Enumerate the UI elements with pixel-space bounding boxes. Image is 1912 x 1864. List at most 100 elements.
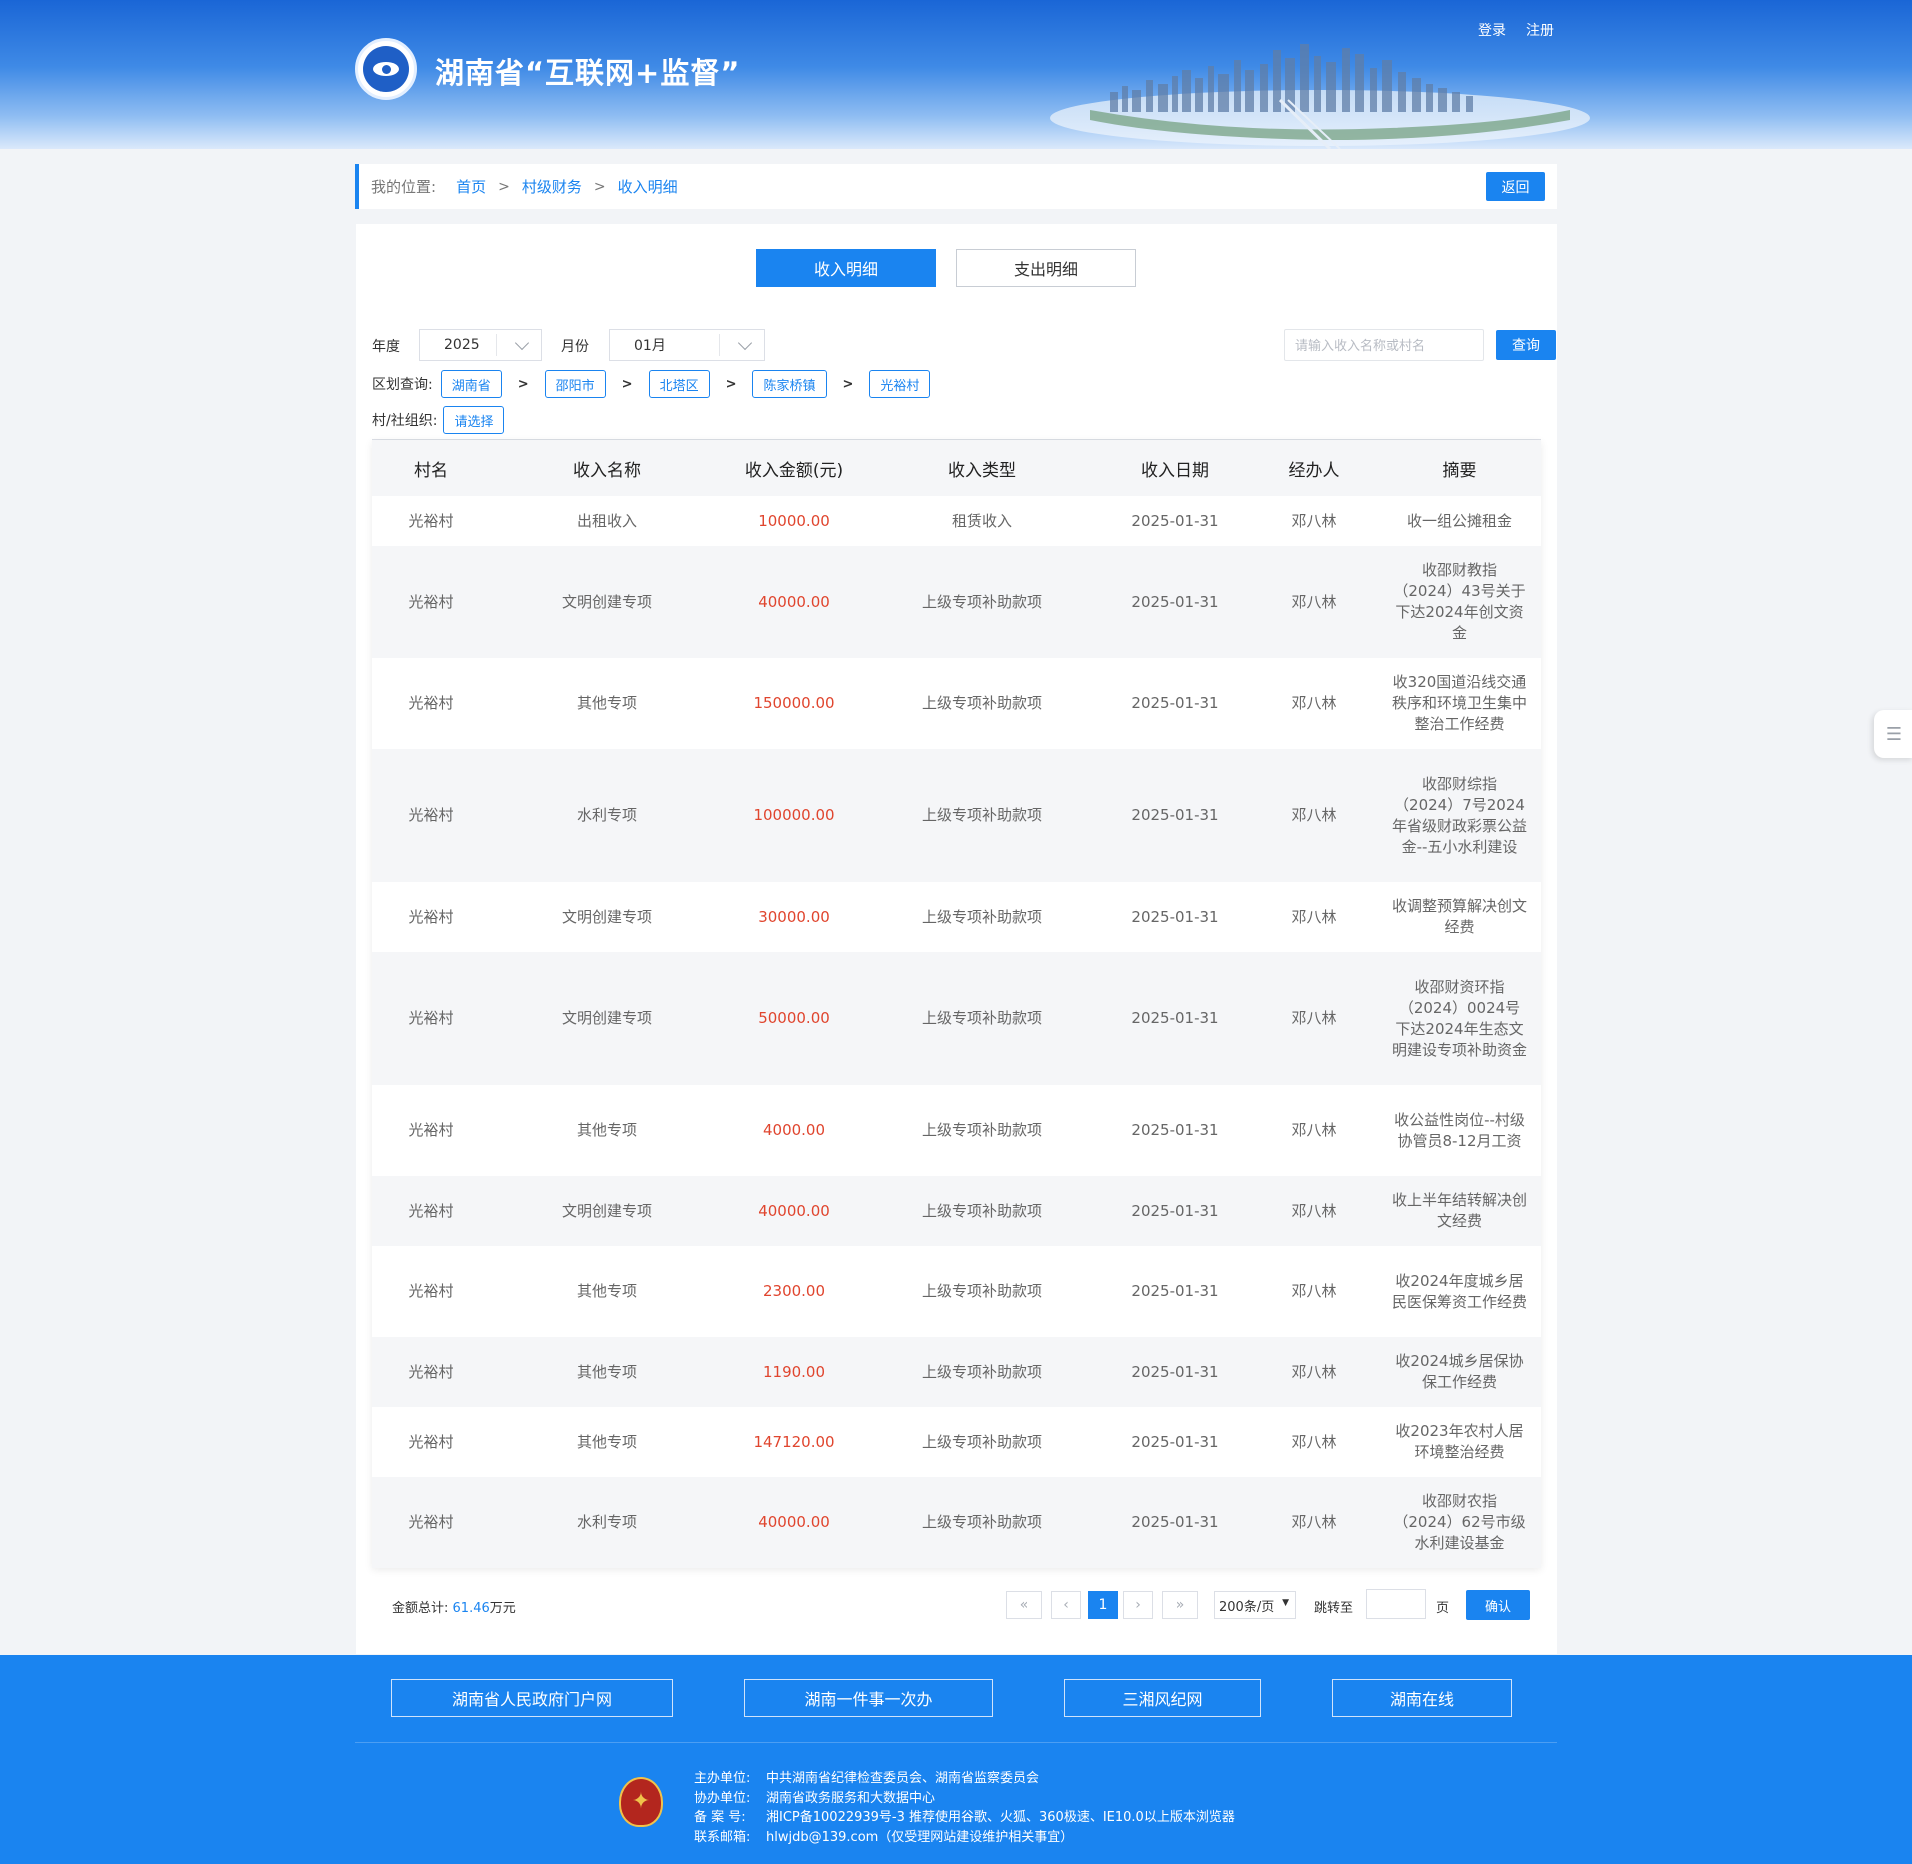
breadcrumb-village-finance[interactable]: 村级财务 <box>522 176 582 197</box>
cell-handler: 邓八林 <box>1250 658 1378 749</box>
region-chip-province[interactable]: 湖南省 <box>440 370 502 398</box>
cell-village: 光裕村 <box>372 882 490 952</box>
region-chip-village[interactable]: 光裕村 <box>869 370 931 398</box>
cell-type: 上级专项补助款项 <box>864 882 1100 952</box>
login-link[interactable]: 登录 <box>1478 20 1506 40</box>
cell-date: 2025-01-31 <box>1100 952 1250 1085</box>
footer-link-one-thing[interactable]: 湖南一件事一次办 <box>744 1679 993 1717</box>
next-page-button[interactable]: › <box>1123 1591 1153 1619</box>
cell-type: 上级专项补助款项 <box>864 749 1100 882</box>
back-button[interactable]: 返回 <box>1486 172 1545 201</box>
site-header: 湖南省“互联网+监督” 登录 注册 <box>0 0 1912 149</box>
chevron-down-icon <box>737 335 753 351</box>
cell-income-name: 文明创建专项 <box>490 546 724 658</box>
cell-date: 2025-01-31 <box>1100 1407 1250 1477</box>
income-table: 村名 收入名称 收入金额(元) 收入类型 收入日期 经办人 摘要 光裕村 出租收… <box>372 440 1541 1568</box>
confirm-jump-button[interactable]: 确认 <box>1466 1590 1530 1620</box>
year-select[interactable]: 2025 <box>419 329 542 361</box>
page-number-current[interactable]: 1 <box>1088 1591 1118 1619</box>
cell-summary: 收一组公摊租金 <box>1378 496 1541 546</box>
table-row[interactable]: 光裕村 文明创建专项 40000.00 上级专项补助款项 2025-01-31 … <box>372 546 1541 658</box>
region-chip-district[interactable]: 北塔区 <box>648 370 710 398</box>
chevron-down-icon <box>514 335 530 351</box>
cell-summary: 收邵财资环指（2024）0024号下达2024年生态文明建设专项补助资金 <box>1378 952 1541 1085</box>
col-income-type: 收入类型 <box>864 440 1100 496</box>
jump-label: 跳转至 <box>1314 1601 1354 1616</box>
cell-handler: 邓八林 <box>1250 496 1378 546</box>
footer-info-line: 联系邮箱: hlwjdb@139.com（仅受理网站建设维护相关事宜） <box>694 1829 1074 1845</box>
page-size-select[interactable]: 200条/页 ▼ <box>1214 1591 1296 1619</box>
tab-income-detail[interactable]: 收入明细 <box>756 249 936 287</box>
region-chip-city[interactable]: 邵阳市 <box>544 370 606 398</box>
cell-summary: 收公益性岗位--村级协管员8-12月工资 <box>1378 1085 1541 1176</box>
cell-summary: 收调整预算解决创文经费 <box>1378 882 1541 952</box>
cell-type: 上级专项补助款项 <box>864 1246 1100 1337</box>
cell-summary: 收邵财教指（2024）43号关于下达2024年创文资金 <box>1378 546 1541 658</box>
table-row[interactable]: 光裕村 其他专项 150000.00 上级专项补助款项 2025-01-31 邓… <box>372 658 1541 749</box>
footer-link-gov-portal[interactable]: 湖南省人民政府门户网 <box>391 1679 673 1717</box>
table-row[interactable]: 光裕村 文明创建专项 40000.00 上级专项补助款项 2025-01-31 … <box>372 1176 1541 1246</box>
cell-income-name: 水利专项 <box>490 749 724 882</box>
table-row[interactable]: 光裕村 文明创建专项 30000.00 上级专项补助款项 2025-01-31 … <box>372 882 1541 952</box>
region-label: 区划查询: <box>372 377 433 393</box>
table-row[interactable]: 光裕村 水利专项 100000.00 上级专项补助款项 2025-01-31 邓… <box>372 749 1541 882</box>
footer-info-line: 主办单位: 中共湖南省纪律检查委员会、湖南省监察委员会 <box>694 1771 1040 1786</box>
search-input[interactable] <box>1284 329 1484 361</box>
amount-total: 金额总计: 61.46万元 <box>392 1597 516 1616</box>
cell-handler: 邓八林 <box>1250 1085 1378 1176</box>
footer-info: 主办单位: 中共湖南省纪律检查委员会、湖南省监察委员会 协办单位: 湖南省政务服务和… <box>694 1769 1235 1847</box>
region-chip-town[interactable]: 陈家桥镇 <box>752 370 827 398</box>
last-page-button[interactable]: » <box>1162 1591 1198 1619</box>
list-menu-icon[interactable]: ☰ <box>1874 710 1912 758</box>
table-row[interactable]: 光裕村 其他专项 4000.00 上级专项补助款项 2025-01-31 邓八林… <box>372 1085 1541 1176</box>
table-row[interactable]: 光裕村 文明创建专项 50000.00 上级专项补助款项 2025-01-31 … <box>372 952 1541 1085</box>
footer-link-sanxiang[interactable]: 三湘风纪网 <box>1064 1679 1261 1717</box>
footer-link-hunan-online[interactable]: 湖南在线 <box>1332 1679 1512 1717</box>
cell-village: 光裕村 <box>372 496 490 546</box>
breadcrumb-home[interactable]: 首页 <box>456 176 486 197</box>
footer-divider <box>355 1742 1557 1743</box>
party-emblem-icon[interactable]: ✦ <box>619 1777 663 1827</box>
cell-village: 光裕村 <box>372 1246 490 1337</box>
cell-date: 2025-01-31 <box>1100 749 1250 882</box>
cell-income-name: 文明创建专项 <box>490 1176 724 1246</box>
cell-handler: 邓八林 <box>1250 1337 1378 1407</box>
region-separator: > <box>621 376 633 392</box>
jump-page-input[interactable] <box>1366 1589 1426 1619</box>
breadcrumb-income-detail[interactable]: 收入明细 <box>618 176 678 197</box>
cell-village: 光裕村 <box>372 546 490 658</box>
org-select-chip[interactable]: 请选择 <box>443 406 505 434</box>
cell-type: 上级专项补助款项 <box>864 546 1100 658</box>
region-separator: > <box>517 376 529 392</box>
cell-summary: 收2024城乡居保协保工作经费 <box>1378 1337 1541 1407</box>
cell-type: 上级专项补助款项 <box>864 952 1100 1085</box>
year-label: 年度 <box>372 339 400 355</box>
prev-page-button[interactable]: ‹ <box>1051 1591 1081 1619</box>
register-link[interactable]: 注册 <box>1526 20 1554 40</box>
table-row[interactable]: 光裕村 出租收入 10000.00 租赁收入 2025-01-31 邓八林 收一… <box>372 496 1541 546</box>
cell-summary: 收2024年度城乡居民医保筹资工作经费 <box>1378 1246 1541 1337</box>
footer-links: 湖南省人民政府门户网 湖南一件事一次办 三湘风纪网 湖南在线 <box>391 1679 1512 1717</box>
table-row[interactable]: 光裕村 其他专项 2300.00 上级专项补助款项 2025-01-31 邓八林… <box>372 1246 1541 1337</box>
table-row[interactable]: 光裕村 其他专项 1190.00 上级专项补助款项 2025-01-31 邓八林… <box>372 1337 1541 1407</box>
footer-info-line: 协办单位: 湖南省政务服务和大数据中心 <box>694 1790 936 1806</box>
cell-date: 2025-01-31 <box>1100 1085 1250 1176</box>
month-select[interactable]: 01月 <box>609 329 765 361</box>
cell-income-name: 文明创建专项 <box>490 952 724 1085</box>
col-income-date: 收入日期 <box>1100 440 1250 496</box>
eye-emblem-icon[interactable] <box>355 38 417 100</box>
site-title[interactable]: 湖南省“互联网+监督” <box>435 50 740 92</box>
table-row[interactable]: 光裕村 水利专项 40000.00 上级专项补助款项 2025-01-31 邓八… <box>372 1477 1541 1568</box>
table-row[interactable]: 光裕村 其他专项 147120.00 上级专项补助款项 2025-01-31 邓… <box>372 1407 1541 1477</box>
cell-village: 光裕村 <box>372 1407 490 1477</box>
cell-village: 光裕村 <box>372 1085 490 1176</box>
region-separator: > <box>842 376 854 392</box>
filter-row: 年度 2025 月份 01月 查询 <box>372 329 1556 361</box>
first-page-button[interactable]: « <box>1006 1591 1042 1619</box>
query-button[interactable]: 查询 <box>1496 330 1556 360</box>
city-skyline-image <box>1050 44 1590 149</box>
cell-handler: 邓八林 <box>1250 749 1378 882</box>
cell-handler: 邓八林 <box>1250 882 1378 952</box>
tab-expense-detail[interactable]: 支出明细 <box>956 249 1136 287</box>
cell-village: 光裕村 <box>372 952 490 1085</box>
